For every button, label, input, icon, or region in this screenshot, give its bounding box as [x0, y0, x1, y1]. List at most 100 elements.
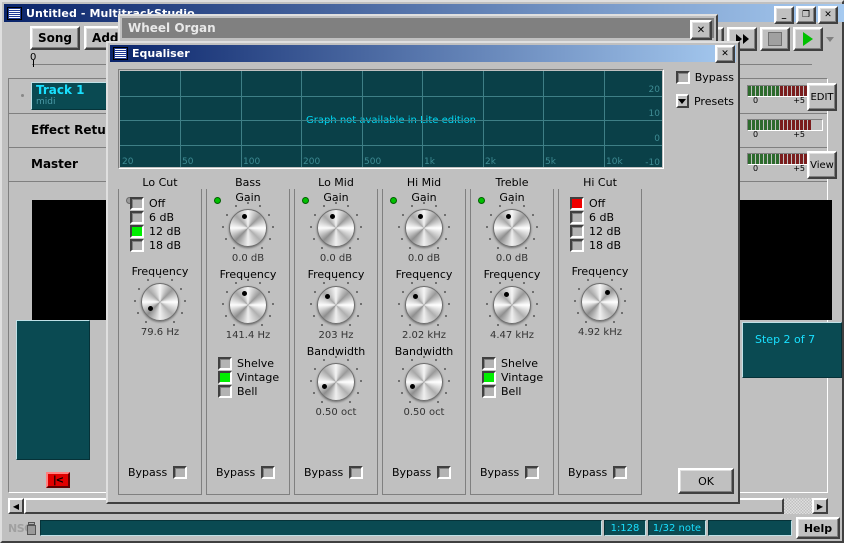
eq-gain-knob[interactable] — [222, 202, 274, 250]
eq-frequency-value: 79.6 Hz — [140, 327, 180, 338]
eq-frequency-knob[interactable] — [398, 279, 450, 327]
eq-shape-checkbox-vintage[interactable] — [482, 371, 496, 384]
eq-frequency-knob[interactable] — [486, 279, 538, 327]
eq-bandwidth-value: 0.50 oct — [403, 407, 445, 418]
scroll-trough[interactable] — [784, 498, 812, 514]
graph-gridline-vertical — [543, 71, 544, 167]
eq-slope-checkbox-18-db[interactable] — [570, 239, 584, 252]
eq-slope-checkbox-6-db[interactable] — [570, 211, 584, 224]
eq-frequency-knob[interactable] — [134, 276, 186, 324]
eq-shape-options: Shelve Vintage Bell — [470, 357, 554, 398]
knob-face — [317, 286, 355, 324]
play-icon — [803, 32, 813, 46]
eq-band-bypass-checkbox[interactable] — [613, 466, 628, 479]
eq-slope-option-row[interactable]: 12 dB — [130, 225, 202, 238]
eq-bandwidth-knob[interactable] — [310, 356, 362, 404]
ok-button[interactable]: OK — [678, 468, 734, 494]
eq-slope-checkbox-12-db[interactable] — [130, 225, 144, 238]
eq-shape-option-row[interactable]: Vintage — [482, 371, 554, 384]
song-button[interactable]: Song — [30, 26, 81, 50]
eq-slope-option-label: 18 dB — [589, 239, 622, 252]
eq-gain-knob[interactable] — [310, 202, 362, 250]
eq-shape-option-row[interactable]: Vintage — [218, 371, 290, 384]
eq-shape-checkbox-shelve[interactable] — [482, 357, 496, 370]
eq-shape-checkbox-bell[interactable] — [482, 385, 496, 398]
eq-band-bypass-row[interactable]: Bypass — [392, 466, 452, 479]
maximize-button[interactable]: ❐ — [796, 6, 816, 24]
eq-slope-checkbox-off[interactable] — [570, 197, 584, 210]
eq-slope-checkbox-off[interactable] — [130, 197, 144, 210]
eq-shape-option-row[interactable]: Shelve — [482, 357, 554, 370]
eq-band-bypass-checkbox[interactable] — [349, 466, 364, 479]
note-value-field[interactable]: 1/32 note — [648, 520, 706, 536]
play-button[interactable] — [793, 27, 823, 51]
eq-slope-option-row[interactable]: 6 dB — [130, 211, 202, 224]
eq-shape-option-row[interactable]: Bell — [218, 385, 290, 398]
eq-band-bypass-checkbox[interactable] — [437, 466, 452, 479]
meter-scale: 0 +5 — [753, 96, 805, 105]
midi-clip[interactable] — [16, 320, 90, 460]
scroll-left-button[interactable]: ◀ — [8, 498, 24, 514]
eq-slope-option-row[interactable]: Off — [130, 197, 202, 210]
eq-graph[interactable]: Graph not available in Lite edition 2050… — [120, 71, 662, 167]
eq-bypass-row[interactable]: Bypass — [676, 71, 734, 84]
eq-shape-checkbox-shelve[interactable] — [218, 357, 232, 370]
eq-frequency-knob[interactable] — [574, 276, 626, 324]
transport-dropdown-icon[interactable] — [826, 36, 834, 42]
eq-band-bypass-row[interactable]: Bypass — [480, 466, 540, 479]
eq-presets-row[interactable]: Presets — [676, 94, 734, 108]
help-button[interactable]: Help — [796, 517, 840, 539]
eq-slope-option-row[interactable]: Off — [570, 197, 642, 210]
eq-slope-option-row[interactable]: 18 dB — [130, 239, 202, 252]
wheel-organ-title-bar[interactable]: Wheel Organ — [122, 18, 714, 38]
eq-bypass-checkbox[interactable] — [676, 71, 690, 84]
eq-shape-option-row[interactable]: Bell — [482, 385, 554, 398]
rewind-to-start-button[interactable]: |< — [46, 472, 70, 488]
eq-band-bypass-row[interactable]: Bypass — [216, 466, 276, 479]
eq-frequency-knob[interactable] — [310, 279, 362, 327]
eq-slope-checkbox-12-db[interactable] — [570, 225, 584, 238]
eq-band-bypass-row[interactable]: Bypass — [128, 466, 188, 479]
track-name-box[interactable]: Track 1 midi — [31, 82, 115, 110]
eq-band-bypass-checkbox[interactable] — [173, 466, 188, 479]
eq-slope-option-row[interactable]: 18 dB — [570, 239, 642, 252]
graph-gridline-horizontal — [120, 145, 662, 146]
eq-band-hi-mid: Hi Mid Gain 0.0 dB Frequency 2.02 kHz Bandwid… — [382, 175, 466, 495]
eq-band-bypass-checkbox[interactable] — [525, 466, 540, 479]
eq-band-bypass-row[interactable]: Bypass — [568, 466, 628, 479]
eq-band-title: Lo Cut — [118, 176, 202, 189]
minimize-button[interactable]: _ — [774, 6, 794, 24]
eq-frequency-value: 4.47 kHz — [489, 330, 534, 341]
eq-shape-checkbox-bell[interactable] — [218, 385, 232, 398]
track-name: Track 1 — [36, 83, 85, 97]
eq-slope-option-row[interactable]: 6 dB — [570, 211, 642, 224]
eq-gain-knob[interactable] — [398, 202, 450, 250]
eq-bandwidth-knob[interactable] — [398, 356, 450, 404]
meter-scale-low: 0 — [753, 164, 759, 173]
close-button[interactable]: ✕ — [818, 6, 838, 24]
eq-frequency-knob[interactable] — [222, 279, 274, 327]
equaliser-title-bar[interactable]: Equaliser — [110, 45, 736, 62]
eq-graph-panel: Graph not available in Lite edition 2050… — [118, 69, 664, 169]
eq-shape-checkbox-vintage[interactable] — [218, 371, 232, 384]
equaliser-close-button[interactable]: ✕ — [715, 45, 735, 63]
eq-shape-option-row[interactable]: Shelve — [218, 357, 290, 370]
edit-button[interactable]: EDIT — [807, 83, 837, 111]
presets-dropdown-button[interactable] — [676, 94, 689, 108]
eq-band-bypass-row[interactable]: Bypass — [304, 466, 364, 479]
wheel-organ-close-button[interactable]: ✕ — [690, 20, 712, 40]
eq-slope-option-row[interactable]: 12 dB — [570, 225, 642, 238]
eq-band-bypass-checkbox[interactable] — [261, 466, 276, 479]
knob-face — [317, 363, 355, 401]
eq-shape-option-label: Shelve — [501, 357, 539, 370]
stop-button[interactable] — [760, 27, 790, 51]
view-button[interactable]: View — [807, 151, 837, 179]
trash-icon[interactable] — [26, 521, 36, 535]
eq-slope-checkbox-18-db[interactable] — [130, 239, 144, 252]
scroll-right-button[interactable]: ▶ — [812, 498, 828, 514]
meter-scale-high: +5 — [793, 164, 805, 173]
eq-slope-checkbox-6-db[interactable] — [130, 211, 144, 224]
tempo-field[interactable]: 1:128 — [604, 520, 646, 536]
eq-gain-knob[interactable] — [486, 202, 538, 250]
eq-shape-option-label: Shelve — [237, 357, 275, 370]
